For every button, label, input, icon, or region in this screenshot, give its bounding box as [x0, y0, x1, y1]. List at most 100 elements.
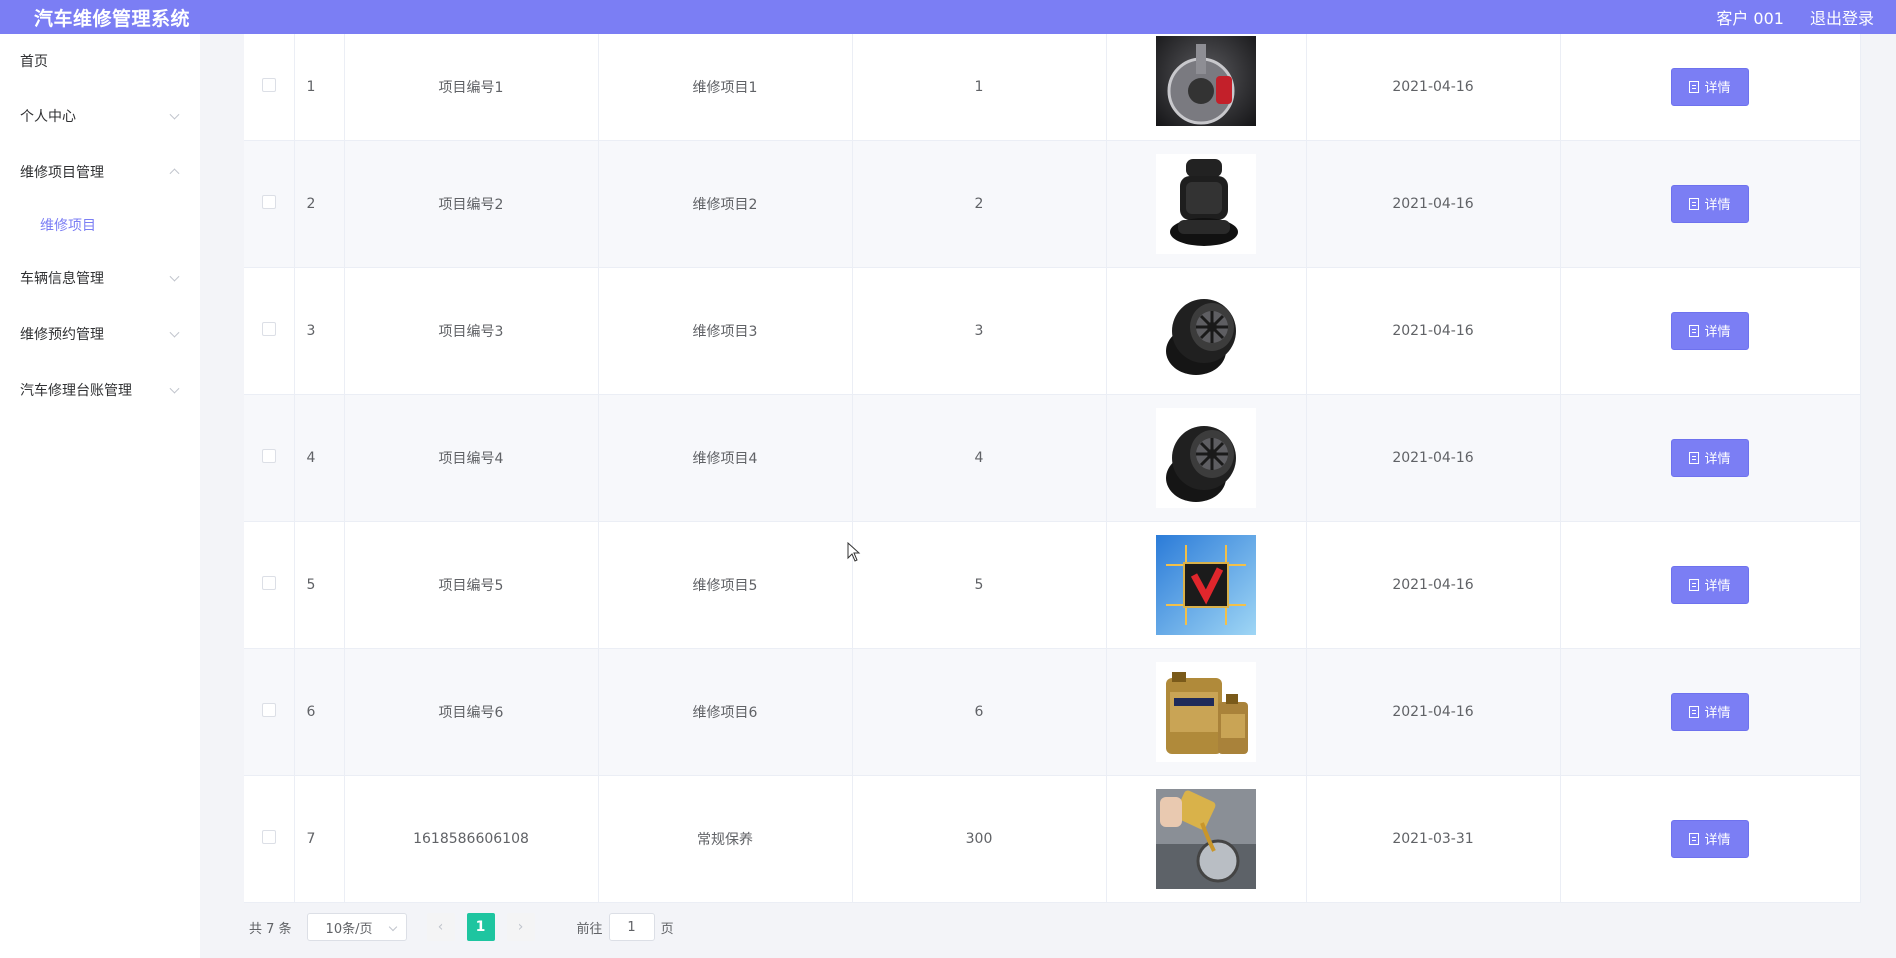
table-row: 7 1618586606108 常规保养 300 2021-03-31 详情 — [244, 775, 1861, 903]
project-price: 4 — [852, 394, 1107, 522]
row-select-cell — [244, 267, 295, 395]
row-index: 5 — [294, 521, 345, 649]
project-image-cell — [1106, 267, 1307, 395]
project-date: 2021-04-16 — [1306, 140, 1561, 268]
detail-button[interactable]: 详情 — [1671, 67, 1749, 106]
row-checkbox[interactable] — [261, 575, 276, 590]
row-select-cell — [244, 521, 295, 649]
car-seat-image — [1156, 153, 1256, 254]
table-row: 3 项目编号3 维修项目3 3 2021-04-16 详情 — [244, 267, 1861, 395]
row-actions: 详情 — [1560, 394, 1861, 522]
project-code: 项目编号1 — [344, 34, 599, 141]
detail-button-label: 详情 — [1704, 579, 1731, 594]
tires-image — [1156, 407, 1256, 508]
row-actions: 详情 — [1560, 140, 1861, 268]
detail-button[interactable]: 详情 — [1671, 438, 1749, 477]
detail-button[interactable]: 详情 — [1671, 311, 1749, 350]
detail-button[interactable]: 详情 — [1671, 565, 1749, 604]
project-date: 2021-04-16 — [1306, 34, 1561, 141]
project-code: 项目编号4 — [344, 394, 599, 522]
detail-button-label: 详情 — [1704, 325, 1731, 340]
row-actions: 详情 — [1560, 267, 1861, 395]
next-page-button[interactable]: › — [506, 913, 535, 941]
project-price: 300 — [852, 775, 1107, 903]
row-select-cell — [244, 394, 295, 522]
document-icon — [1689, 197, 1700, 210]
sidebar-item-label: 车辆信息管理 — [20, 271, 104, 287]
sidebar-item-appointment-management[interactable]: 维修预约管理 — [0, 306, 200, 362]
goto-suffix: 页 — [660, 921, 674, 937]
project-name: 常规保养 — [598, 775, 853, 903]
row-index: 1 — [294, 34, 345, 141]
sidebar-subitem-repair-project[interactable]: 维修项目 — [0, 200, 200, 250]
row-checkbox[interactable] — [261, 448, 276, 463]
sidebar-item-label: 汽车修理台账管理 — [20, 383, 132, 399]
table-row: 5 项目编号5 维修项目5 5 2021-04-16 详情 — [244, 521, 1861, 649]
project-price: 2 — [852, 140, 1107, 268]
row-select-cell — [244, 648, 295, 776]
project-name: 维修项目2 — [598, 140, 853, 268]
row-checkbox[interactable] — [261, 321, 276, 336]
project-price: 3 — [852, 267, 1107, 395]
detail-button-label: 详情 — [1704, 706, 1731, 721]
oil-change-image — [1156, 788, 1256, 889]
row-select-cell — [244, 140, 295, 268]
chevron-up-icon — [169, 168, 180, 179]
detail-button[interactable]: 详情 — [1671, 692, 1749, 731]
row-index: 2 — [294, 140, 345, 268]
row-actions: 详情 — [1560, 648, 1861, 776]
detail-button[interactable]: 详情 — [1671, 819, 1749, 858]
project-code: 项目编号5 — [344, 521, 599, 649]
sidebar-item-label: 个人中心 — [20, 109, 76, 125]
row-actions: 详情 — [1560, 521, 1861, 649]
sidebar-item-label: 维修项目管理 — [20, 165, 104, 181]
chevron-down-icon — [169, 271, 180, 282]
project-code: 项目编号6 — [344, 648, 599, 776]
project-name: 维修项目5 — [598, 521, 853, 649]
row-index: 7 — [294, 775, 345, 903]
sidebar-item-repair-project-management[interactable]: 维修项目管理 — [0, 144, 200, 200]
sidebar-item-label: 首页 — [20, 54, 48, 70]
table-row: 2 项目编号2 维修项目2 2 2021-04-16 详情 — [244, 140, 1861, 268]
project-image-cell — [1106, 775, 1307, 903]
detail-button[interactable]: 详情 — [1671, 184, 1749, 223]
project-date: 2021-04-16 — [1306, 394, 1561, 522]
row-checkbox[interactable] — [261, 194, 276, 209]
sidebar-subitem-label: 维修项目 — [40, 218, 96, 234]
project-price: 5 — [852, 521, 1107, 649]
goto-label: 前往 — [576, 921, 603, 937]
data-table: 1 项目编号1 维修项目1 1 2021-04-16 详情 2 项目编号2 维修项目2 2 2021… — [244, 34, 1861, 903]
goto-page-input[interactable]: 1 — [608, 913, 655, 941]
sidebar: 首页 个人中心 维修项目管理 维修项目 车辆信息管理 维修预约管理 汽车修理台账… — [0, 34, 200, 958]
chevron-left-icon: ‹ — [437, 919, 444, 935]
project-code: 1618586606108 — [344, 775, 599, 903]
page-size-select[interactable]: 10条/页 — [306, 913, 407, 941]
sidebar-item-vehicle-management[interactable]: 车辆信息管理 — [0, 250, 200, 306]
chevron-right-icon: › — [517, 919, 524, 935]
brake-disc-image — [1156, 35, 1256, 126]
chip-image — [1156, 534, 1256, 635]
row-checkbox[interactable] — [261, 77, 276, 92]
project-date: 2021-04-16 — [1306, 267, 1561, 395]
project-date: 2021-03-31 — [1306, 775, 1561, 903]
prev-page-button[interactable]: ‹ — [426, 913, 455, 941]
project-name: 维修项目6 — [598, 648, 853, 776]
mouse-cursor-icon — [847, 542, 861, 562]
detail-button-label: 详情 — [1704, 198, 1731, 213]
sidebar-item-personal-center[interactable]: 个人中心 — [0, 88, 200, 144]
project-date: 2021-04-16 — [1306, 521, 1561, 649]
table-row: 6 项目编号6 维修项目6 6 2021-04-16 详情 — [244, 648, 1861, 776]
row-checkbox[interactable] — [261, 829, 276, 844]
page-button-current[interactable]: 1 — [466, 913, 495, 941]
project-name: 维修项目1 — [598, 34, 853, 141]
project-image-cell — [1106, 34, 1307, 141]
goto-page: 前往 1 页 — [577, 913, 674, 941]
sidebar-item-ledger-management[interactable]: 汽车修理台账管理 — [0, 362, 200, 418]
logout-link[interactable]: 退出登录 — [1810, 5, 1874, 29]
sidebar-item-home[interactable]: 首页 — [0, 34, 200, 88]
top-bar: 汽车维修管理系统 客户 001 退出登录 — [0, 0, 1896, 34]
project-price: 1 — [852, 34, 1107, 141]
user-name[interactable]: 客户 001 — [1716, 5, 1784, 29]
project-image-cell — [1106, 521, 1307, 649]
row-checkbox[interactable] — [261, 702, 276, 717]
